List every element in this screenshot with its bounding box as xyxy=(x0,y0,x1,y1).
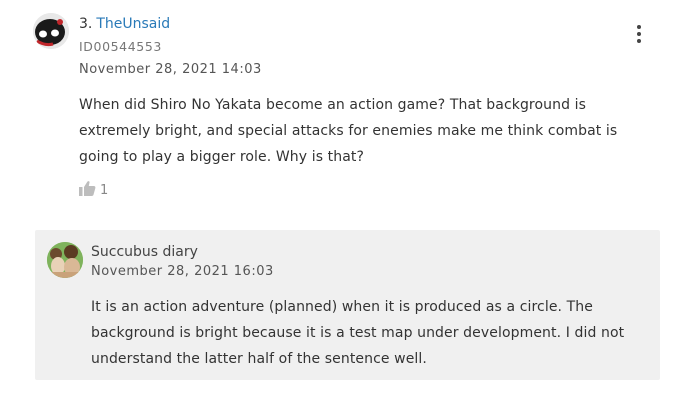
reply-avatar[interactable] xyxy=(47,242,83,278)
reply-date: November 28, 2021 16:03 xyxy=(91,264,274,279)
user-id: ID00544553 xyxy=(79,39,162,54)
thumbs-up-icon xyxy=(79,180,96,200)
reply-author: Succubus diary xyxy=(91,244,198,260)
kebab-menu-icon[interactable] xyxy=(630,22,648,46)
username-link[interactable]: TheUnsaid xyxy=(96,16,170,32)
comment-text: When did Shiro No Yakata become an actio… xyxy=(79,97,618,165)
user-avatar[interactable] xyxy=(33,13,69,49)
reply-box: Succubus diary November 28, 2021 16:03 I… xyxy=(35,230,660,380)
comment: 3. TheUnsaid ID00544553 November 28, 2021… xyxy=(0,0,696,400)
comment-date: November 28, 2021 14:03 xyxy=(79,62,262,77)
like-count: 1 xyxy=(100,182,109,198)
comment-number: 3. xyxy=(79,16,93,32)
like-button[interactable]: 1 xyxy=(79,180,108,200)
reply-text: It is an action adventure (planned) when… xyxy=(91,299,625,367)
comment-header: 3. TheUnsaid xyxy=(79,14,170,34)
